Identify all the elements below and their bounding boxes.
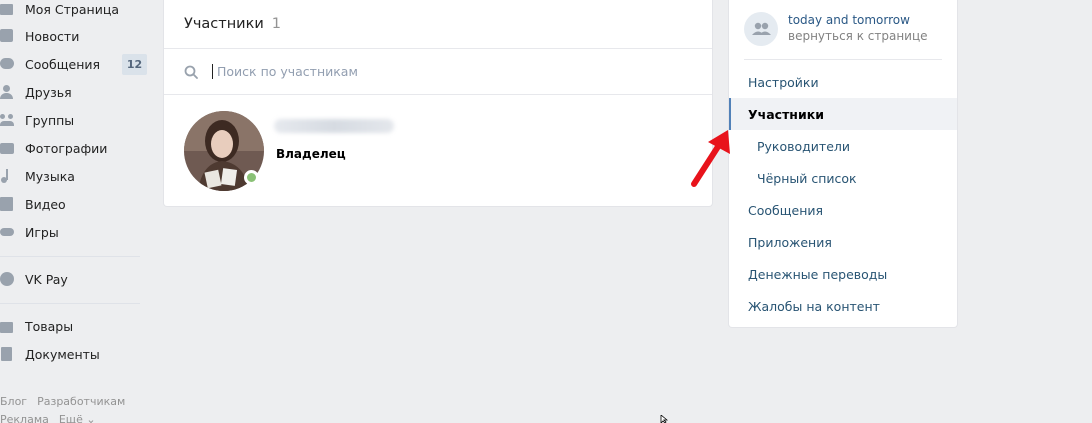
- footer-link-developers[interactable]: Разработчикам: [37, 395, 125, 408]
- member-role: Владелец: [276, 147, 346, 161]
- nav-item-label: Игры: [25, 224, 59, 240]
- group-name-link[interactable]: today and tomorrow: [788, 13, 910, 27]
- nav-item-music[interactable]: Музыка: [0, 163, 150, 189]
- community-management-panel: today and tomorrow вернуться к странице …: [728, 0, 958, 328]
- menu-item-managers[interactable]: Руководители: [729, 130, 957, 162]
- menu-item-members[interactable]: Участники: [729, 98, 957, 130]
- menu-item-blacklist[interactable]: Чёрный список: [729, 162, 957, 194]
- nav-item-label: Товары: [25, 318, 74, 334]
- back-to-page-link[interactable]: вернуться к странице: [788, 29, 928, 43]
- groups-icon: [0, 113, 14, 127]
- nav-item-label: Фотографии: [25, 140, 108, 156]
- settings-menu: Настройки Участники Руководители Чёрный …: [729, 66, 957, 322]
- member-row: Владелец: [164, 95, 712, 205]
- nav-item-video[interactable]: Видео: [0, 191, 150, 217]
- group-avatar[interactable]: [744, 12, 778, 46]
- messages-icon: [0, 57, 14, 71]
- footer-link-blog[interactable]: Блог: [0, 395, 27, 408]
- group-users-icon: [752, 22, 771, 35]
- menu-item-content-complaints[interactable]: Жалобы на контент: [729, 290, 957, 322]
- nav-item-documents[interactable]: Документы: [0, 341, 150, 367]
- nav-item-vkpay[interactable]: VK Pay: [0, 266, 150, 292]
- games-icon: [0, 225, 14, 239]
- video-icon: [0, 197, 14, 211]
- nav-item-label: Друзья: [25, 84, 72, 100]
- nav-item-label: Сообщения: [25, 56, 101, 72]
- nav-separator: [0, 256, 140, 257]
- nav-item-games[interactable]: Игры: [0, 219, 150, 245]
- search-icon: [184, 65, 198, 79]
- search-input[interactable]: [212, 64, 692, 79]
- online-status-indicator: [244, 170, 259, 185]
- music-icon: [0, 169, 14, 183]
- page-title: Участники: [184, 16, 264, 32]
- nav-item-goods[interactable]: Товары: [0, 313, 150, 339]
- nav-item-label: Документы: [25, 346, 100, 362]
- nav-item-groups[interactable]: Группы: [0, 107, 150, 133]
- menu-item-money-transfers[interactable]: Денежные переводы: [729, 258, 957, 290]
- document-icon: [0, 347, 14, 361]
- mouse-cursor-icon: [660, 415, 668, 423]
- members-header: Участники 1: [164, 0, 712, 49]
- news-icon: [0, 29, 14, 43]
- footer-link-more[interactable]: Ещё ⌄: [59, 413, 96, 423]
- group-header: today and tomorrow вернуться к странице: [744, 0, 942, 60]
- home-icon: [0, 2, 14, 16]
- nav-item-label: Моя Страница: [25, 1, 119, 17]
- nav-item-label: Группы: [25, 112, 75, 128]
- nav-item-label: VK Pay: [25, 271, 68, 287]
- nav-item-friends[interactable]: Друзья: [0, 79, 150, 105]
- annotation-arrow-icon: [691, 130, 730, 187]
- menu-item-messages[interactable]: Сообщения: [729, 194, 957, 226]
- member-name-blurred[interactable]: [274, 119, 394, 133]
- menu-item-settings[interactable]: Настройки: [729, 66, 957, 98]
- shopping-bag-icon: [0, 319, 14, 333]
- nav-item-photos[interactable]: Фотографии: [0, 135, 150, 161]
- nav-item-label: Видео: [25, 196, 66, 212]
- footer-links: Блог Разработчикам Реклама Ещё ⌄: [0, 393, 160, 423]
- page: Моя Страница Новости Сообщения 12 Друзья…: [0, 0, 1092, 423]
- nav-item-news[interactable]: Новости: [0, 23, 150, 49]
- friends-icon: [0, 85, 14, 99]
- nav-item-label: Музыка: [25, 168, 75, 184]
- nav-item-messages[interactable]: Сообщения 12: [0, 51, 150, 77]
- menu-item-apps[interactable]: Приложения: [729, 226, 957, 258]
- nav-item-label: Новости: [25, 28, 80, 44]
- camera-icon: [0, 141, 14, 155]
- nav-item-my-page[interactable]: Моя Страница: [0, 0, 150, 22]
- footer-link-ads[interactable]: Реклама: [0, 413, 49, 423]
- members-card: Участники 1 Поиск по участникам Владелец: [163, 0, 713, 207]
- members-count: 1: [271, 16, 282, 32]
- vkpay-icon: [0, 272, 14, 286]
- members-search: [164, 49, 712, 95]
- nav-separator: [0, 303, 140, 304]
- unread-count-badge: 12: [122, 54, 147, 75]
